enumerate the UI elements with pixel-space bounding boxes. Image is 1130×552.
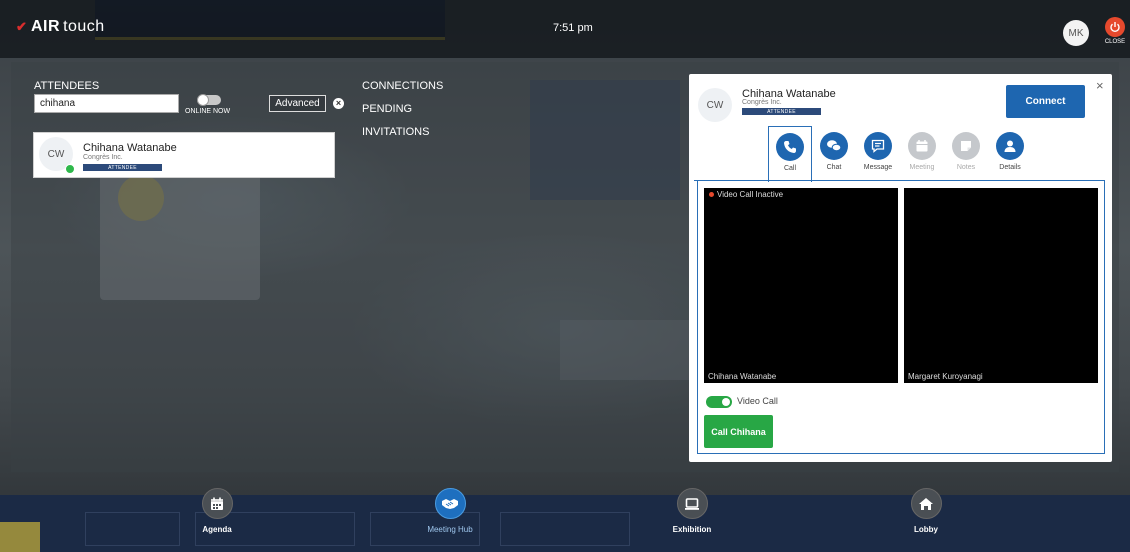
- chat-icon: [820, 132, 848, 160]
- tab-call-label: Call: [783, 165, 797, 172]
- video-call-toggle[interactable]: [706, 396, 732, 408]
- user-icon: [996, 132, 1024, 160]
- close-detail-icon[interactable]: ×: [1096, 78, 1104, 93]
- connect-button[interactable]: Connect: [1006, 85, 1085, 118]
- attendee-badge: ATTENDEE: [83, 164, 162, 171]
- close-app-button[interactable]: CLOSE: [1103, 17, 1127, 55]
- clear-search-icon[interactable]: ×: [333, 98, 344, 109]
- video-status-text: Video Call Inactive: [717, 190, 784, 199]
- bottom-navigation: Agenda Meeting Hub Exhibition Lobby: [0, 476, 1130, 552]
- nav-meeting-hub-label: Meeting Hub: [427, 525, 473, 534]
- tab-details-label: Details: [999, 164, 1021, 171]
- tab-chat[interactable]: Chat: [812, 126, 856, 180]
- top-bar: ✔ AIR touch 7:51 pm MK CLOSE: [0, 0, 1130, 58]
- tab-call[interactable]: Call: [768, 126, 812, 182]
- user-avatar[interactable]: MK: [1063, 20, 1089, 46]
- calendar-icon: [201, 488, 233, 519]
- invitations-link[interactable]: INVITATIONS: [362, 126, 429, 138]
- clock: 7:51 pm: [553, 22, 593, 34]
- online-now-label: ONLINE NOW: [185, 108, 231, 115]
- video-status: Video Call Inactive: [709, 190, 783, 199]
- detail-avatar: CW: [698, 88, 732, 122]
- power-icon: [1105, 17, 1125, 37]
- detail-company: Congrès Inc.: [742, 99, 782, 106]
- connections-link[interactable]: CONNECTIONS: [362, 80, 443, 92]
- detail-tabs: Call Chat Message Meeting Notes Details: [768, 126, 1038, 182]
- call-pane: Video Call Inactive Chihana Watanabe Mar…: [697, 180, 1105, 454]
- tab-meeting: Meeting: [900, 126, 944, 180]
- local-video-name: Margaret Kuroyanagi: [908, 372, 983, 381]
- logo-brand: AIR: [31, 18, 61, 35]
- tab-notes: Notes: [944, 126, 988, 180]
- nav-meeting-hub[interactable]: Meeting Hub: [410, 488, 490, 534]
- attendees-heading: ATTENDEES: [34, 80, 100, 92]
- nav-exhibition-label: Exhibition: [672, 525, 712, 534]
- logo-suffix: touch: [63, 18, 105, 35]
- calendar-icon: [908, 132, 936, 160]
- monitor-icon: [676, 488, 708, 519]
- handshake-icon: [434, 488, 466, 519]
- nav-exhibition[interactable]: Exhibition: [652, 488, 732, 534]
- remote-video: Video Call Inactive Chihana Watanabe: [704, 188, 898, 383]
- nav-agenda-label: Agenda: [202, 525, 232, 534]
- online-status-dot: [65, 164, 75, 174]
- detail-badge: ATTENDEE: [742, 108, 821, 115]
- pending-link[interactable]: PENDING: [362, 103, 412, 115]
- tab-details[interactable]: Details: [988, 126, 1032, 180]
- nav-agenda[interactable]: Agenda: [177, 488, 257, 534]
- tab-message-label: Message: [863, 164, 893, 171]
- phone-icon: [776, 133, 804, 161]
- tab-message[interactable]: Message: [856, 126, 900, 180]
- advanced-search-button[interactable]: Advanced: [269, 95, 326, 112]
- online-now-toggle[interactable]: ONLINE NOW: [185, 93, 240, 117]
- attendee-name: Chihana Watanabe: [83, 142, 177, 154]
- notes-icon: [952, 132, 980, 160]
- message-icon: [864, 132, 892, 160]
- home-icon: [910, 488, 942, 519]
- toggle-knob: [197, 94, 209, 106]
- status-dot: [709, 192, 714, 197]
- local-video: Margaret Kuroyanagi: [904, 188, 1098, 383]
- close-label: CLOSE: [1104, 39, 1126, 45]
- tab-meeting-label: Meeting: [909, 164, 935, 171]
- tab-notes-label: Notes: [956, 164, 976, 171]
- tab-chat-label: Chat: [826, 164, 842, 171]
- nav-lobby[interactable]: Lobby: [886, 488, 966, 534]
- attendee-search-input[interactable]: [34, 94, 179, 113]
- nav-lobby-label: Lobby: [914, 525, 938, 534]
- attendee-company: Congrès Inc.: [83, 154, 123, 161]
- logo-check-icon: ✔: [16, 19, 28, 34]
- attendee-detail-panel: CW Chihana Watanabe Congrès Inc. ATTENDE…: [689, 74, 1112, 462]
- video-call-label: Video Call: [737, 396, 778, 406]
- app-logo: ✔ AIR touch: [16, 18, 105, 36]
- attendee-result-card[interactable]: CW Chihana Watanabe Congrès Inc. ATTENDE…: [33, 132, 335, 178]
- remote-video-name: Chihana Watanabe: [708, 372, 777, 381]
- call-button[interactable]: Call Chihana: [704, 415, 773, 448]
